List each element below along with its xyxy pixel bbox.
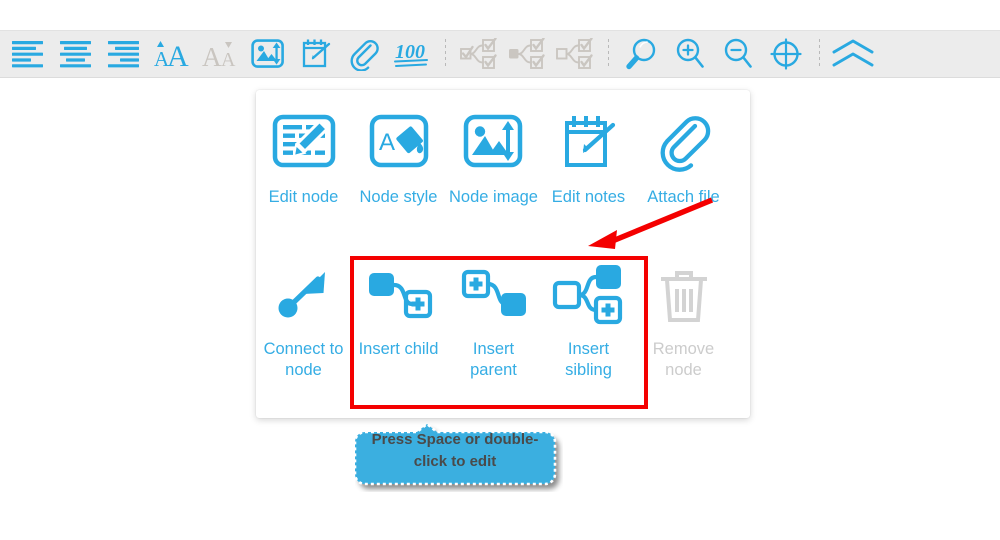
panel-item-connect-to-node[interactable]: Connect to node: [256, 258, 351, 408]
align-left-icon[interactable]: [4, 31, 52, 77]
panel-item-remove-node[interactable]: Remove node: [636, 258, 731, 408]
toolbar-separator: [819, 39, 820, 69]
panel-item-label: Remove node: [652, 340, 715, 379]
check-all-branch-icon[interactable]: [455, 31, 503, 77]
main-toolbar: A A A A 100: [0, 30, 1000, 78]
panel-item-label: Connect to node: [263, 340, 344, 379]
uncheck-branch-icon[interactable]: [503, 31, 551, 77]
node-image-icon: [462, 106, 526, 180]
align-center-icon[interactable]: [52, 31, 100, 77]
edit-notes-icon[interactable]: [292, 31, 340, 77]
panel-item-node-image[interactable]: Node image: [446, 106, 541, 246]
tooltip-bubble: Press Space or double-click to edit: [355, 418, 557, 486]
panel-item-insert-parent[interactable]: Insert parent: [446, 258, 541, 408]
panel-item-label: Attach file: [647, 188, 720, 206]
increase-font-size-icon[interactable]: A A: [148, 31, 196, 77]
insert-child-icon: [364, 258, 434, 332]
node-context-panel: Edit node A Node style Node image Edit n…: [256, 90, 750, 418]
align-right-icon[interactable]: [100, 31, 148, 77]
node-image-icon[interactable]: [244, 31, 292, 77]
panel-item-attach-file[interactable]: Attach file: [636, 106, 731, 246]
node-style-icon: A: [367, 106, 431, 180]
edit-notes-icon: [557, 106, 621, 180]
zoom-in-icon[interactable]: [666, 31, 714, 77]
attach-file-icon: [655, 106, 713, 180]
panel-item-insert-child[interactable]: Insert child: [351, 258, 446, 408]
panel-item-node-style[interactable]: A Node style: [351, 106, 446, 246]
panel-item-label: Insert parent: [470, 340, 517, 379]
panel-item-edit-notes[interactable]: Edit notes: [541, 106, 636, 246]
attach-file-icon[interactable]: [340, 31, 388, 77]
panel-item-insert-sibling[interactable]: Insert sibling: [541, 258, 636, 408]
panel-item-edit-node[interactable]: Edit node: [256, 106, 351, 246]
decrease-font-size-icon[interactable]: A A: [196, 31, 244, 77]
panel-item-label: Insert child: [358, 340, 439, 358]
insert-parent-icon: [459, 258, 529, 332]
toggle-checkbox-branch-icon[interactable]: [551, 31, 599, 77]
svg-text:A: A: [221, 49, 236, 70]
hundred-points-icon[interactable]: 100: [388, 31, 436, 77]
svg-text:A: A: [379, 129, 395, 156]
panel-item-label: Insert sibling: [565, 340, 612, 379]
svg-text:A: A: [167, 40, 189, 70]
toolbar-separator: [608, 39, 609, 69]
svg-text:A: A: [202, 42, 222, 70]
node-panel-row-edit: Edit node A Node style Node image Edit n…: [256, 106, 750, 246]
zoom-out-icon[interactable]: [714, 31, 762, 77]
panel-item-label: Edit node: [268, 188, 339, 206]
collapse-toolbar-icon[interactable]: [829, 31, 877, 77]
remove-node-icon: [655, 258, 713, 332]
insert-sibling-icon: [552, 258, 626, 332]
edit-node-icon: [272, 106, 336, 180]
search-icon[interactable]: [618, 31, 666, 77]
toolbar-separator: [445, 39, 446, 69]
connect-to-node-icon: [272, 258, 336, 332]
node-panel-row-structure: Connect to node Insert child Insert pare…: [256, 258, 750, 408]
center-view-icon[interactable]: [762, 31, 810, 77]
panel-item-label: Node image: [449, 188, 538, 206]
panel-item-label: Edit notes: [551, 188, 626, 206]
panel-item-label: Node style: [359, 188, 438, 206]
